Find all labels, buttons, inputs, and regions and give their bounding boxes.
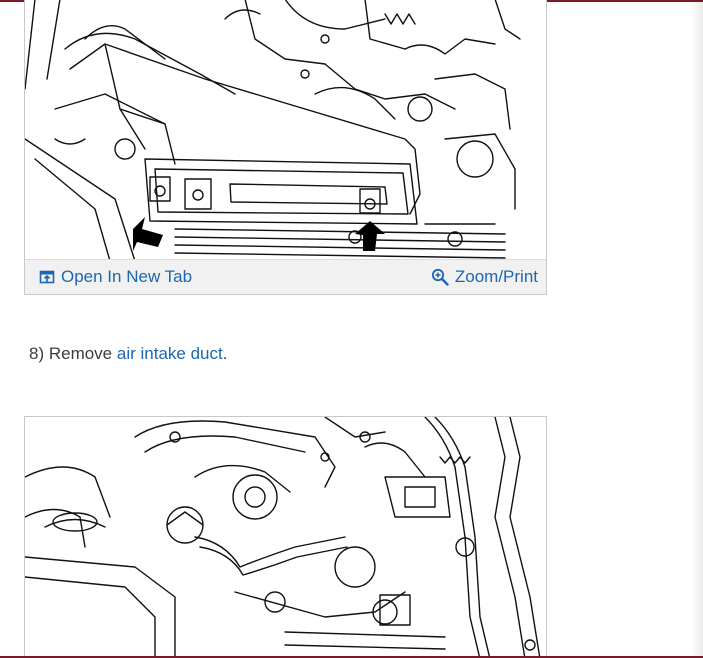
step-suffix: . (222, 344, 228, 363)
zoom-in-icon (431, 268, 449, 286)
diagram-card-top: Open In New Tab Zoom/Print (24, 0, 547, 295)
step-prefix: 8) Remove (29, 344, 117, 363)
air-intake-duct-link[interactable]: air intake duct (117, 344, 223, 363)
diagram-footer-toolbar: Open In New Tab Zoom/Print (25, 259, 546, 294)
open-in-new-tab-icon (39, 269, 55, 285)
engine-diagram-air-cleaner[interactable] (25, 0, 546, 261)
page-edge-shadow (690, 0, 703, 658)
diagram-card-bottom (24, 416, 547, 658)
zoom-print-button[interactable]: Zoom/Print (431, 267, 538, 287)
step-instruction: 8) Remove air intake duct. (29, 344, 227, 364)
open-in-new-tab-label: Open In New Tab (61, 267, 193, 286)
engine-diagram-air-intake-duct[interactable] (25, 417, 546, 658)
open-in-new-tab-button[interactable]: Open In New Tab (39, 267, 192, 287)
zoom-print-label: Zoom/Print (454, 267, 538, 286)
